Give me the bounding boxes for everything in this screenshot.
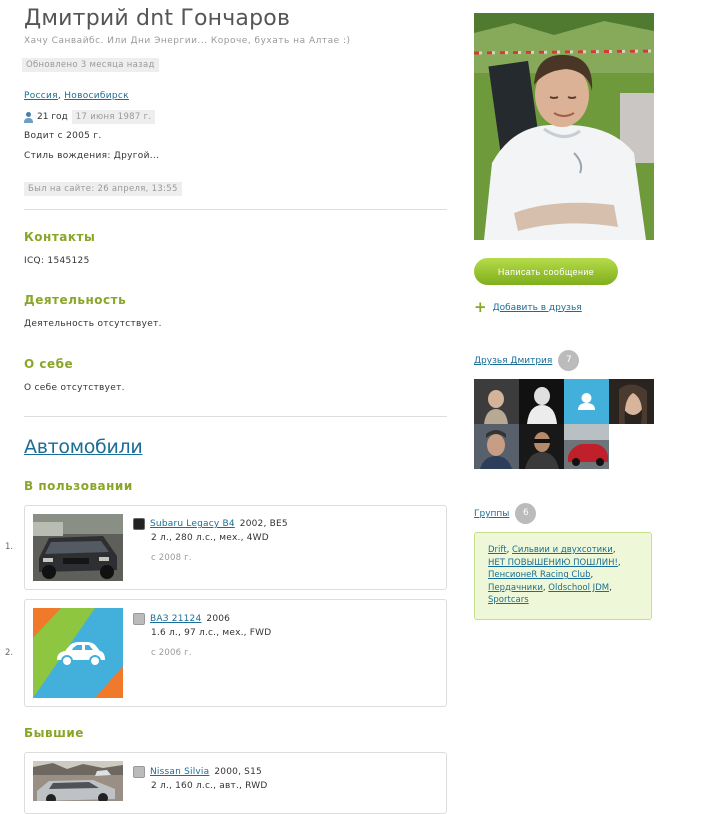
divider	[24, 416, 447, 417]
person-icon	[24, 111, 33, 123]
car-photo[interactable]	[33, 761, 123, 801]
plus-icon: +	[474, 298, 487, 316]
car-year-body: 2006	[206, 614, 231, 624]
city-link[interactable]: Новосибирск	[64, 91, 129, 101]
car-info: ВАЗ 21124 2006 1.6 л., 97 л.с., мех., FW…	[133, 613, 271, 658]
cars-title-link[interactable]: Автомобили	[24, 436, 143, 458]
group-link[interactable]: Sportcars	[488, 595, 529, 605]
age: 21 год	[37, 112, 68, 122]
driving-style: Стиль вождения: Другой...	[24, 151, 160, 161]
group-link[interactable]: Oldschool JDM	[548, 583, 609, 593]
friends-count-badge: 7	[558, 350, 580, 371]
group-link[interactable]: ПенсионеR Racing Club	[488, 570, 591, 580]
profile-status: Хачу Санвайбс. Или Дни Энергии... Короче…	[24, 36, 351, 46]
friends-header: Друзья Дмитрия 7	[474, 350, 580, 371]
car-number: 1.	[5, 542, 14, 552]
about-text: О себе отсутствует.	[24, 383, 125, 393]
updated-tag: Обновлено 3 месяца назад	[22, 52, 159, 72]
friend-avatar-placeholder[interactable]	[564, 379, 609, 424]
car-specs: 2 л., 160 л.с., авт., RWD	[151, 781, 268, 791]
in-use-title: В пользовании	[24, 479, 133, 493]
friends-grid	[474, 379, 655, 469]
car-card: 1. Subaru Legacy B4 2002, BE5 2 л., 280 …	[5, 505, 447, 590]
birthday: 17 июня 1987 г.	[71, 110, 156, 124]
avatar[interactable]	[474, 13, 654, 240]
activity-title: Деятельность	[24, 293, 127, 307]
car-number: 2.	[5, 648, 14, 658]
group-link[interactable]: Пердачники	[488, 583, 543, 593]
friend-avatar[interactable]	[609, 379, 654, 424]
last-seen: Был на сайте: 26 апреля, 13:55	[24, 182, 182, 196]
friend-avatar[interactable]	[474, 379, 519, 424]
flag-icon	[133, 518, 145, 530]
car-info: Subaru Legacy B4 2002, BE5 2 л., 280 л.с…	[133, 518, 288, 563]
group-link[interactable]: Сильвии и двухсотики	[512, 545, 613, 555]
flag-icon	[133, 766, 145, 778]
about-title: О себе	[24, 357, 74, 371]
age-row: 21 год 17 июня 1987 г.	[24, 110, 156, 124]
car-year-body: 2002, BE5	[239, 519, 288, 529]
group-link[interactable]: Drift	[488, 545, 507, 555]
activity-text: Деятельность отсутствует.	[24, 319, 162, 329]
location: Россия, Новосибирск	[24, 91, 129, 101]
last-seen-tag: Был на сайте: 26 апреля, 13:55	[24, 176, 182, 196]
friend-avatar[interactable]	[564, 424, 609, 469]
former-title: Бывшие	[24, 726, 84, 740]
groups-count-badge: 6	[515, 503, 537, 524]
icq-value: ICQ: 1545125	[24, 256, 90, 266]
friend-avatar[interactable]	[474, 424, 519, 469]
contacts-title: Контакты	[24, 230, 96, 244]
groups-list: Drift, Сильвии и двухсотики, НЕТ ПОВЫШЕН…	[474, 532, 652, 620]
friend-avatar[interactable]	[519, 379, 564, 424]
flag-icon	[133, 613, 145, 625]
divider	[24, 209, 447, 210]
profile-name: Дмитрий dnt Гончаров	[24, 6, 291, 31]
car-name-link[interactable]: ВАЗ 21124	[150, 614, 201, 624]
car-specs: 2 л., 280 л.с., мех., 4WD	[151, 533, 269, 543]
groups-header: Группы 6	[474, 503, 537, 524]
group-link[interactable]: НЕТ ПОВЫШЕНИЮ ПОШЛИН!	[488, 558, 618, 568]
car-photo[interactable]	[33, 514, 123, 581]
car-since: с 2008 г.	[151, 553, 192, 563]
car-since: с 2006 г.	[151, 648, 192, 658]
car-info: Nissan Silvia 2000, S15 2 л., 160 л.с., …	[133, 766, 267, 791]
car-year-body: 2000, S15	[214, 767, 262, 777]
car-name-link[interactable]: Subaru Legacy B4	[150, 519, 235, 529]
car-name-link[interactable]: Nissan Silvia	[150, 767, 209, 777]
car-placeholder-image[interactable]	[33, 608, 123, 698]
add-friend-row: + Добавить в друзья	[474, 300, 582, 315]
car-card: 2. ВАЗ 21124 2006 1.6 л., 97 л.с., мех.,…	[5, 599, 447, 707]
friend-avatar[interactable]	[519, 424, 564, 469]
country-link[interactable]: Россия	[24, 91, 58, 101]
car-card: Nissan Silvia 2000, S15 2 л., 160 л.с., …	[24, 752, 447, 814]
send-message-button[interactable]: Написать сообщение	[474, 258, 618, 285]
driving-since: Водит с 2005 г.	[24, 131, 102, 141]
updated-text: Обновлено 3 месяца назад	[22, 58, 159, 72]
groups-link[interactable]: Группы	[474, 509, 509, 519]
friends-link[interactable]: Друзья Дмитрия	[474, 356, 552, 366]
add-friend-link[interactable]: Добавить в друзья	[493, 303, 582, 313]
car-specs: 1.6 л., 97 л.с., мех., FWD	[151, 628, 272, 638]
